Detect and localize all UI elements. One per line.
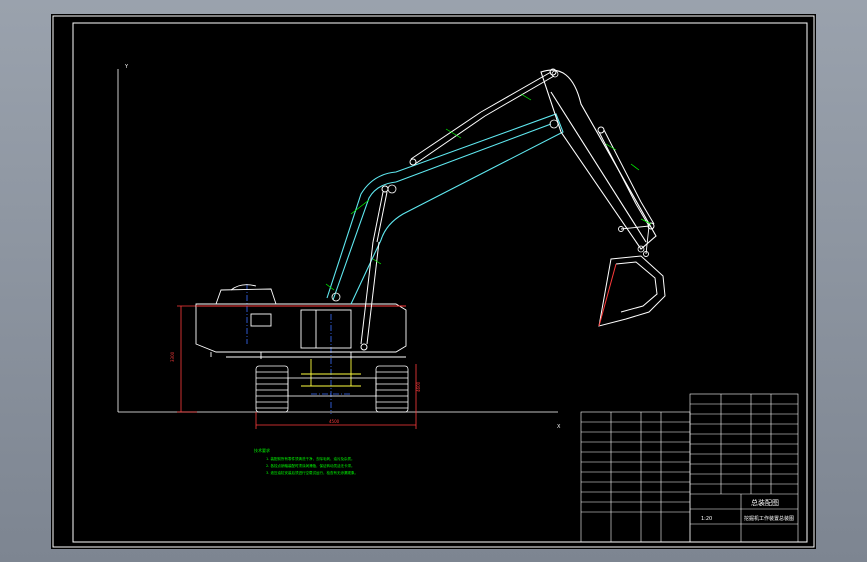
excavator-drawing: Y X 3300 4500 4600 挖掘机工作装置总装图 1:20 总装配图 … [52,15,815,548]
title-block: 挖掘机工作装置总装图 1:20 总装配图 [580,393,799,543]
bucket-linkage [618,225,650,257]
dimension-lines: 3300 4500 4600 [170,305,421,429]
upper-structure [195,284,407,359]
title-drawing-name: 挖掘机工作装置总装图 [744,515,794,522]
stick [540,69,657,250]
pins [331,70,645,302]
cad-viewport[interactable]: Y X 3300 4500 4600 挖掘机工作装置总装图 1:20 总装配图 … [0,0,867,562]
outer-border [52,15,815,548]
dim-overall-height: 3300 [170,351,175,362]
title-scale: 1:20 [701,516,712,522]
bucket [598,255,666,327]
bucket-cylinder [597,126,655,230]
technical-notes: 技术要求 1. 装配前所有零件须清洗干净，去除毛刺、油污及杂质。 2. 各铰点销… [254,447,358,475]
notes-line-1: 1. 装配前所有零件须清洗干净，去除毛刺、油污及杂质。 [266,456,354,461]
notes-heading: 技术要求 [254,447,270,453]
stick-cylinder [409,68,557,166]
notes-line-2: 2. 各铰点销轴装配时须涂润滑脂，保证转动灵活无卡滞。 [266,463,354,468]
y-axis-label: Y [124,64,129,70]
title-sheet-label: 总装配图 [751,498,779,507]
drawing-sheet[interactable]: Y X 3300 4500 4600 挖掘机工作装置总装图 1:20 总装配图 … [51,14,816,549]
x-axis-label: X [557,424,561,430]
notes-line-3: 3. 液压油缸安装后须进行空载试运行，检查有无渗漏现象。 [266,470,358,475]
crawler-tracks [255,365,409,413]
dim-track-width: 4600 [416,381,421,392]
center-lines [246,284,351,414]
dim-track-length: 4500 [329,419,340,424]
boom [326,113,564,305]
coordinate-axes: Y X [117,64,561,430]
